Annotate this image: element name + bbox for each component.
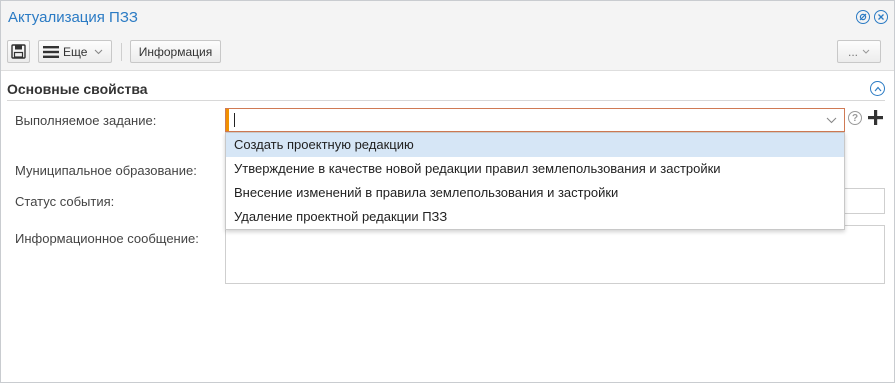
dialog-window: Актуализация ПЗЗ Еще Информация ... Осно… bbox=[0, 0, 895, 383]
dropdown-option[interactable]: Удаление проектной редакции ПЗЗ bbox=[226, 205, 844, 229]
dropdown-option[interactable]: Внесение изменений в правила землепользо… bbox=[226, 181, 844, 205]
info-button-label: Информация bbox=[138, 44, 213, 59]
toolbar-separator bbox=[121, 43, 122, 61]
toolbar: Еще Информация ... bbox=[1, 34, 894, 71]
hamburger-menu-icon bbox=[43, 45, 59, 58]
text-cursor bbox=[234, 113, 235, 127]
info-button[interactable]: Информация bbox=[130, 40, 221, 63]
floppy-disk-icon bbox=[11, 44, 26, 59]
window-settings-icon[interactable] bbox=[856, 10, 870, 24]
add-icon[interactable] bbox=[867, 109, 884, 126]
window-title: Актуализация ПЗЗ bbox=[8, 9, 138, 26]
collapse-section-button[interactable] bbox=[870, 81, 885, 96]
dropdown-option[interactable]: Утверждение в качестве новой редакции пр… bbox=[226, 157, 844, 181]
save-button[interactable] bbox=[7, 40, 30, 63]
task-combobox[interactable] bbox=[225, 108, 845, 132]
more-menu-button[interactable]: Еще bbox=[38, 40, 112, 63]
message-field-label: Информационное сообщение: bbox=[15, 231, 199, 246]
message-textarea[interactable] bbox=[225, 225, 885, 284]
municipality-field-label: Муниципальное образование: bbox=[15, 163, 197, 178]
window-controls bbox=[856, 10, 888, 24]
help-glyph: ? bbox=[851, 112, 859, 124]
help-icon[interactable]: ? bbox=[848, 111, 862, 125]
chevron-down-icon bbox=[862, 49, 870, 54]
chevron-down-icon[interactable] bbox=[826, 113, 837, 127]
chevron-down-icon bbox=[95, 49, 103, 54]
chevron-up-icon bbox=[874, 86, 881, 91]
status-field-label: Статус события: bbox=[15, 194, 115, 209]
task-field-label: Выполняемое задание: bbox=[15, 113, 157, 128]
section-title: Основные свойства bbox=[7, 81, 148, 97]
title-bar: Актуализация ПЗЗ bbox=[1, 1, 894, 34]
section-divider bbox=[7, 100, 885, 101]
task-dropdown-list: Создать проектную редакцию Утверждение в… bbox=[225, 132, 845, 230]
dropdown-option[interactable]: Создать проектную редакцию bbox=[226, 133, 844, 157]
more-actions-button[interactable]: ... bbox=[837, 40, 881, 63]
more-menu-label: Еще bbox=[63, 44, 88, 59]
ellipsis-label: ... bbox=[847, 44, 858, 59]
close-icon[interactable] bbox=[874, 10, 888, 24]
